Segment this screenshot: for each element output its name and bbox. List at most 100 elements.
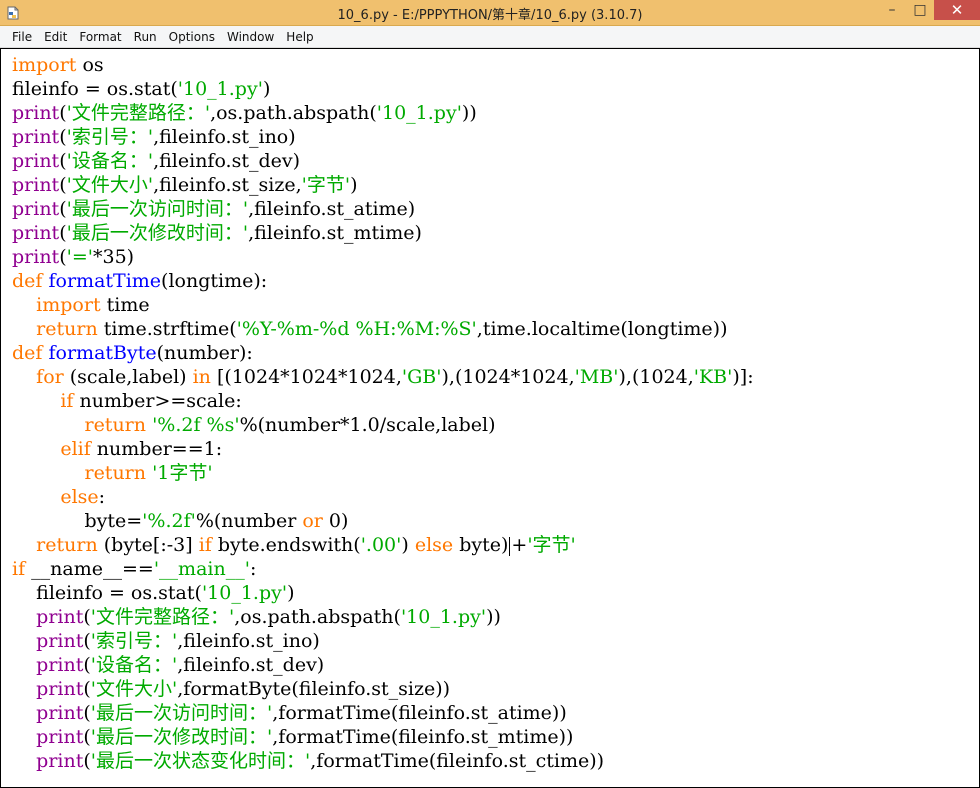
code-line[interactable]: print('设备名：',fileinfo.st_dev) — [12, 653, 754, 677]
code-token: number==1: — [90, 438, 223, 460]
menu-format[interactable]: Format — [73, 30, 127, 44]
code-editor[interactable]: import os fileinfo = os.stat('10_1.py') pr… — [0, 48, 980, 788]
code-line[interactable]: return time.strftime('%Y-%m-%d %H:%M:%S'… — [12, 317, 754, 341]
code-line[interactable]: return '1字节' — [12, 461, 754, 485]
code-line[interactable]: fileinfo = os.stat('10_1.py') — [12, 77, 754, 101]
code-line[interactable]: return (byte[:-3] if byte.endswith('.00'… — [12, 533, 754, 557]
menu-options[interactable]: Options — [163, 30, 221, 44]
code-line[interactable]: print('最后一次修改时间：',formatTime(fileinfo.st… — [12, 725, 754, 749]
code-token: if — [12, 558, 26, 580]
menu-edit[interactable]: Edit — [38, 30, 73, 44]
code-token: ,fileinfo.st_dev) — [153, 150, 301, 172]
code-token: ( — [83, 606, 91, 628]
code-token: print — [36, 678, 84, 700]
minimize-button[interactable]: – — [878, 0, 906, 20]
code-line[interactable]: elif number==1: — [12, 437, 754, 461]
code-line[interactable]: print('文件大小',fileinfo.st_size,'字节') — [12, 173, 754, 197]
code-line[interactable]: return '%.2f %s'%(number*1.0/scale,label… — [12, 413, 754, 437]
code-line[interactable]: print('索引号：',fileinfo.st_ino) — [12, 629, 754, 653]
code-token: return — [84, 462, 147, 484]
code-line[interactable]: import os — [12, 53, 754, 77]
code-line[interactable]: if __name__=='__main__': — [12, 557, 754, 581]
code-token: formatByte — [48, 342, 157, 364]
close-button[interactable]: ✕ — [934, 0, 980, 20]
code-token: '最后一次访问时间：' — [66, 198, 249, 220]
code-line[interactable]: byte='%.2f'%(number or 0) — [12, 509, 754, 533]
code-token: %(number*1.0/scale,label) — [239, 414, 496, 436]
code-line[interactable]: print('索引号：',fileinfo.st_ino) — [12, 125, 754, 149]
code-token: )) — [486, 606, 501, 628]
code-line[interactable]: print('最后一次修改时间：',fileinfo.st_mtime) — [12, 221, 754, 245]
code-token: ,time.localtime(longtime)) — [476, 318, 728, 340]
code-token: print — [36, 630, 84, 652]
menu-help[interactable]: Help — [280, 30, 319, 44]
code-line[interactable]: print('最后一次访问时间：',formatTime(fileinfo.st… — [12, 701, 754, 725]
code-token: '设备名：' — [66, 150, 154, 172]
code-line[interactable]: print('='*35) — [12, 245, 754, 269]
code-token: ,fileinfo.st_ino) — [153, 126, 296, 148]
code-token: ) — [262, 78, 271, 100]
code-token: '最后一次访问时间：' — [90, 702, 273, 724]
code-token: or — [302, 510, 323, 532]
code-token: ,fileinfo.st_size, — [153, 174, 302, 196]
code-token: return — [36, 534, 98, 556]
code-token: 'MB' — [574, 366, 619, 388]
code-token: ( — [59, 222, 67, 244]
menu-file[interactable]: File — [6, 30, 38, 44]
code-token: '=' — [66, 246, 93, 268]
code-line[interactable]: else: — [12, 485, 754, 509]
code-token: ( — [83, 654, 91, 676]
code-token: ( — [59, 174, 67, 196]
code-token: %(number — [195, 510, 303, 532]
code-token: '1字节' — [152, 462, 213, 484]
code-token: elif — [60, 438, 91, 460]
code-token: '索引号：' — [90, 630, 178, 652]
code-token: print — [12, 246, 60, 268]
code-token: '字节' — [301, 174, 351, 196]
code-line[interactable]: import time — [12, 293, 754, 317]
code-token: '文件大小' — [66, 174, 154, 196]
code-token: fileinfo = os.stat( — [12, 78, 178, 100]
code-token: '%.2f' — [142, 510, 196, 532]
menu-window[interactable]: Window — [221, 30, 280, 44]
title-bar[interactable]: 10_6.py - E:/PPPYTHON/第十章/10_6.py (3.10.… — [0, 0, 980, 26]
code-line[interactable]: print('文件完整路径：',os.path.abspath('10_1.py… — [12, 605, 754, 629]
menu-run[interactable]: Run — [128, 30, 163, 44]
code-token: print — [36, 606, 84, 628]
code-token: '10_1.py' — [201, 582, 288, 604]
code-line[interactable]: if number>=scale: — [12, 389, 754, 413]
maximize-button[interactable]: □ — [906, 0, 934, 20]
code-token: ( — [83, 678, 91, 700]
code-line[interactable]: def formatByte(number): — [12, 341, 754, 365]
code-text[interactable]: import os fileinfo = os.stat('10_1.py') pr… — [12, 53, 754, 773]
code-line[interactable]: def formatTime(longtime): — [12, 269, 754, 293]
code-line[interactable]: print('文件完整路径：',os.path.abspath('10_1.py… — [12, 101, 754, 125]
code-token: __name__== — [25, 558, 154, 580]
code-token: '__main__' — [153, 558, 250, 580]
code-line[interactable]: print('设备名：',fileinfo.st_dev) — [12, 149, 754, 173]
code-token: import — [36, 294, 101, 316]
code-token: 0) — [322, 510, 349, 532]
code-token: (number): — [156, 342, 253, 364]
code-token: ) — [401, 534, 415, 556]
code-token: *35) — [93, 246, 135, 268]
code-token: ,fileinfo.st_ino) — [177, 630, 320, 652]
code-token: ,os.path.abspath( — [234, 606, 401, 628]
code-token: ,fileinfo.st_dev) — [177, 654, 325, 676]
code-token: else — [414, 534, 454, 556]
code-line[interactable]: print('最后一次状态变化时间：',formatTime(fileinfo.… — [12, 749, 754, 773]
code-line[interactable]: fileinfo = os.stat('10_1.py') — [12, 581, 754, 605]
code-line[interactable]: for (scale,label) in [(1024*1024*1024,'G… — [12, 365, 753, 389]
code-token: 'GB' — [401, 366, 442, 388]
code-token: if — [60, 390, 74, 412]
code-token: if — [198, 534, 212, 556]
code-line[interactable]: print('最后一次访问时间：',fileinfo.st_atime) — [12, 197, 754, 221]
code-line[interactable]: print('文件大小',formatByte(fileinfo.st_size… — [12, 677, 754, 701]
